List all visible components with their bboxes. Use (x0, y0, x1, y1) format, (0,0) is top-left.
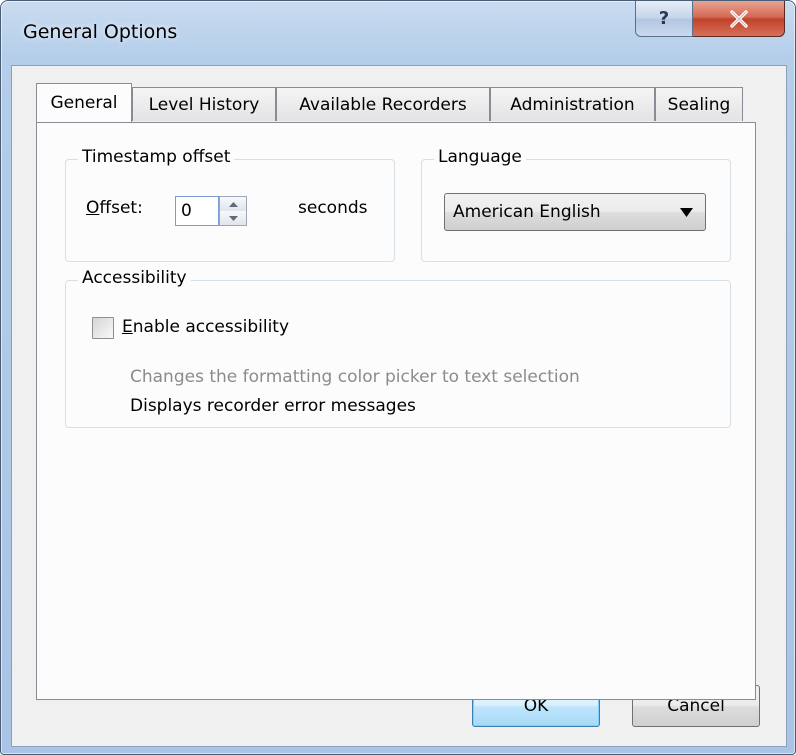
close-icon (729, 9, 748, 28)
dialog-client-area: General Level History Available Recorder… (11, 65, 787, 747)
close-button[interactable] (693, 1, 785, 37)
language-label: Language (434, 147, 526, 167)
general-tab-panel: Timestamp offset Offset: seconds Languag… (36, 122, 756, 700)
title-bar[interactable]: General Options ? (1, 1, 795, 65)
offset-spinner[interactable] (219, 196, 247, 226)
language-group: Language American English (421, 147, 731, 262)
tab-available-recorders[interactable]: Available Recorders (276, 87, 490, 121)
help-icon: ? (658, 8, 670, 29)
accessibility-group: Accessibility Enable accessibility Chang… (65, 268, 731, 428)
accessibility-description-disabled: Changes the formatting color picker to t… (130, 367, 580, 387)
help-button[interactable]: ? (635, 1, 693, 37)
timestamp-offset-label: Timestamp offset (78, 147, 235, 167)
offset-label-mnemonic: O (86, 198, 100, 218)
language-selected-value: American English (453, 202, 601, 222)
chevron-up-icon (228, 201, 238, 207)
caption-buttons: ? (635, 1, 785, 39)
accessibility-description-enabled: Displays recorder error messages (130, 396, 416, 416)
spin-up-button[interactable] (220, 197, 246, 212)
enable-accessibility-checkbox[interactable] (92, 317, 114, 339)
tab-administration[interactable]: Administration (490, 87, 655, 121)
offset-label-text: ffset: (99, 198, 143, 218)
general-options-dialog: General Options ? General Level History … (0, 0, 796, 755)
enable-accessibility-mnemonic: E (122, 317, 133, 337)
spin-down-button[interactable] (220, 211, 246, 225)
offset-input[interactable] (175, 196, 219, 226)
accessibility-label: Accessibility (78, 268, 191, 288)
enable-accessibility-label[interactable]: Enable accessibility (122, 317, 289, 337)
window-title: General Options (23, 21, 178, 43)
dropdown-arrow-icon (680, 208, 693, 217)
tab-general[interactable]: General (36, 83, 132, 122)
language-dropdown[interactable]: American English (444, 193, 706, 231)
timestamp-offset-group: Timestamp offset Offset: seconds (65, 147, 395, 262)
chevron-down-icon (228, 215, 238, 221)
offset-label: Offset: (86, 198, 143, 218)
seconds-unit-label: seconds (298, 198, 368, 218)
enable-accessibility-text: nable accessibility (132, 317, 290, 337)
tab-sealing[interactable]: Sealing (655, 87, 743, 121)
tab-level-history[interactable]: Level History (132, 87, 276, 121)
